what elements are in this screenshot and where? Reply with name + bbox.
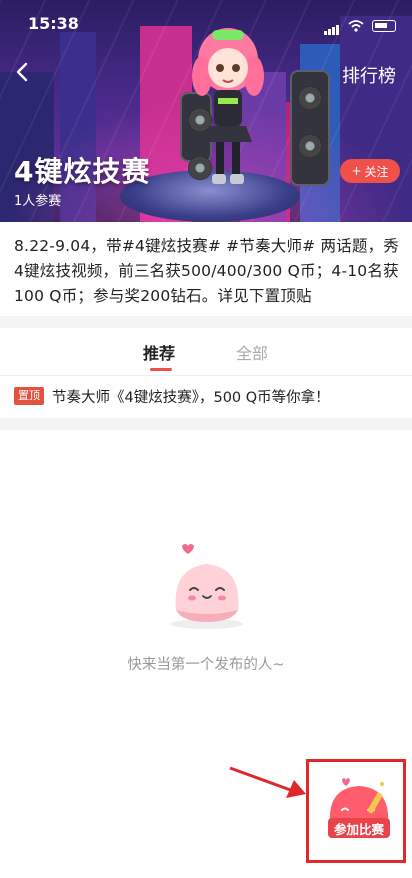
section-divider (0, 316, 412, 328)
tab-all[interactable]: 全部 (236, 340, 268, 364)
leaderboard-link[interactable]: 排行榜 (342, 62, 396, 88)
signal-icon (324, 16, 340, 35)
participant-count: 1人参赛 (14, 194, 62, 209)
pinned-post-title: 节奏大师《4键炫技赛》，500 Q币等你拿！ (52, 389, 330, 406)
status-bar: 15:38 (0, 0, 412, 44)
contest-banner: 15:38 排行榜 4键炫技赛 1人参赛 + 关注 (0, 0, 412, 222)
join-contest-button[interactable]: 参加比赛 (320, 770, 398, 848)
back-arrow-icon[interactable] (12, 60, 34, 84)
empty-state-mascot-icon (171, 544, 243, 629)
join-contest-label: 参加比赛 (328, 818, 390, 838)
section-divider (0, 418, 412, 430)
pinned-post[interactable]: 置顶 节奏大师《4键炫技赛》，500 Q币等你拿！ (14, 384, 404, 408)
tab-recommended[interactable]: 推荐 (143, 340, 175, 364)
tabs-divider (0, 375, 412, 376)
wifi-icon (348, 19, 364, 32)
empty-state-message: 快来当第一个发布的人~ (127, 657, 285, 673)
contest-description: 8.22-9.04，带#4键炫技赛# #节奏大师# 两话题，秀4键炫技视频，前三… (14, 237, 399, 305)
plus-icon: + (351, 164, 362, 178)
dj-girl-mascot-icon (192, 28, 264, 184)
follow-label: 关注 (364, 164, 389, 179)
feed-tabs: 推荐 全部 (0, 330, 412, 374)
annotation-arrow-icon (229, 766, 306, 798)
system-icons (324, 16, 396, 35)
battery-icon (372, 19, 396, 32)
status-time: 15:38 (28, 14, 79, 33)
follow-button[interactable]: + 关注 (340, 159, 400, 183)
contest-title: 4键炫技赛 (14, 155, 151, 188)
speaker-icon (290, 70, 330, 186)
pinned-badge: 置顶 (14, 387, 44, 405)
active-tab-indicator (150, 368, 172, 371)
